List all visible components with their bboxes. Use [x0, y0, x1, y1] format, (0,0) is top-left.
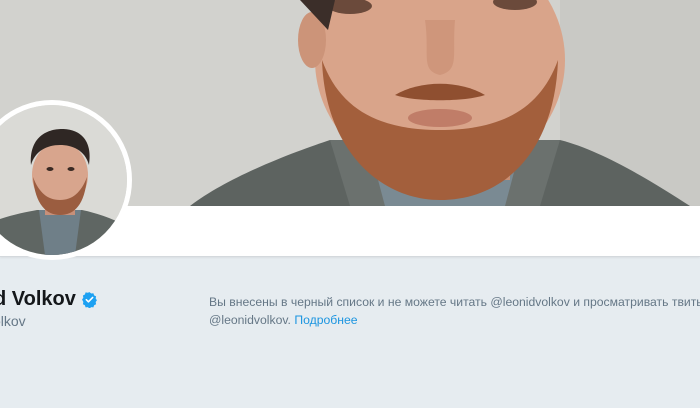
- learn-more-link[interactable]: Подробнее: [294, 313, 357, 327]
- profile-handle: volkov: [0, 313, 26, 329]
- blocked-notice: Вы внесены в черный список и не можете ч…: [209, 293, 700, 329]
- profile-name-text: d Volkov: [0, 288, 76, 310]
- verified-badge-icon: [81, 291, 98, 309]
- profile-display-name[interactable]: d Volkov: [0, 288, 98, 311]
- avatar-photo: [0, 105, 127, 255]
- blocked-notice-handle: @leonidvolkov.: [209, 313, 295, 327]
- blocked-notice-line1: Вы внесены в черный список и не можете ч…: [209, 295, 700, 309]
